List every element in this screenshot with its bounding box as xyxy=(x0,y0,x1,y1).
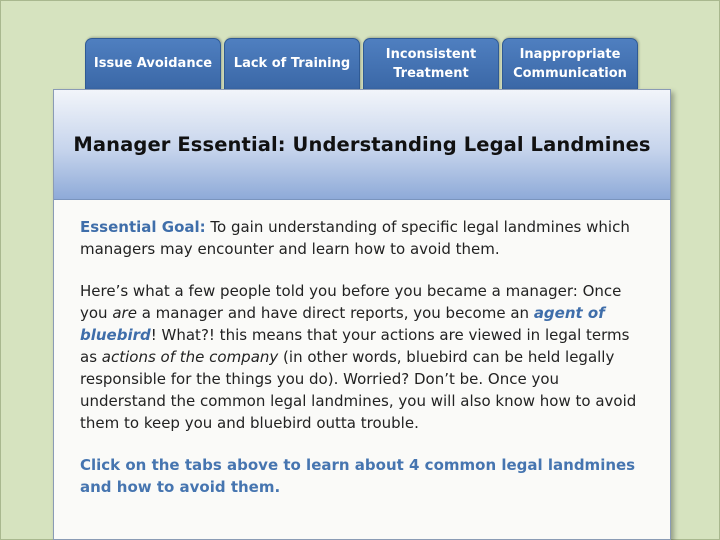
intro-emphasis-actions: actions of the company xyxy=(101,348,279,366)
card-body: Essential Goal: To gain understanding of… xyxy=(54,200,670,498)
tab-label-line1: Inappropriate xyxy=(519,46,621,62)
tab-label-line1: Inconsistent xyxy=(385,46,477,62)
essential-goal: Essential Goal: To gain understanding of… xyxy=(80,216,640,260)
card-header: Manager Essential: Understanding Legal L… xyxy=(54,90,670,200)
intro-emphasis-are: are xyxy=(112,304,137,322)
essential-goal-label: Essential Goal: xyxy=(80,218,206,236)
intro-paragraph: Here’s what a few people told you before… xyxy=(80,280,640,434)
intro-text: a manager and have direct reports, you b… xyxy=(136,304,534,322)
content-card: Manager Essential: Understanding Legal L… xyxy=(53,89,671,540)
tab-label-line2: Treatment xyxy=(393,65,469,81)
page-title: Manager Essential: Understanding Legal L… xyxy=(73,133,651,156)
tab-inappropriate-communication[interactable]: Inappropriate Communication xyxy=(502,38,638,90)
call-to-action: Click on the tabs above to learn about 4… xyxy=(80,456,636,496)
tab-label-line2: Communication xyxy=(513,65,627,81)
tab-label: Lack of Training xyxy=(233,56,351,71)
tab-inconsistent-treatment[interactable]: Inconsistent Treatment xyxy=(363,38,499,90)
tab-issue-avoidance[interactable]: Issue Avoidance xyxy=(85,38,221,90)
tab-lack-of-training[interactable]: Lack of Training xyxy=(224,38,360,90)
tab-label: Issue Avoidance xyxy=(93,56,213,71)
